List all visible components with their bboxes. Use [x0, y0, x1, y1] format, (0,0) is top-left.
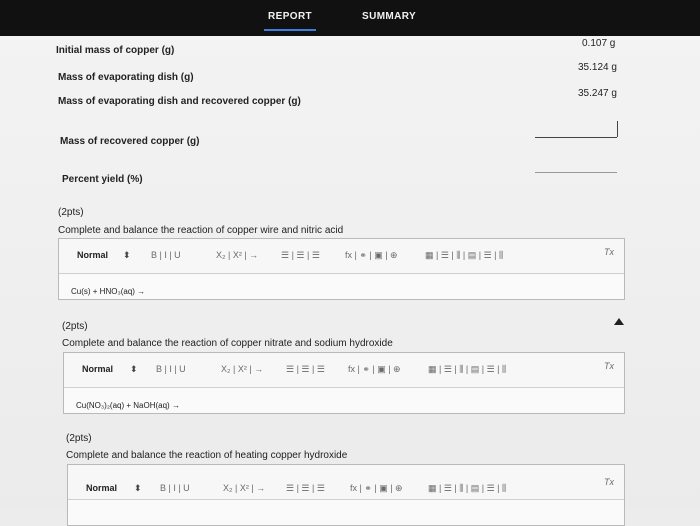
clear-format-icon[interactable]: Tx [604, 361, 614, 371]
insert-buttons[interactable]: fx | ⚭ | ▣ | ⊕ [350, 483, 403, 494]
percent-yield-input[interactable] [535, 172, 617, 173]
table-buttons[interactable]: ▦ | ☰ | ⫼ | ▤ | ☰ | ⫼ [425, 250, 503, 261]
question-3-prompt: Complete and balance the reaction of hea… [66, 450, 348, 461]
list-buttons[interactable]: ☰ | ☰ | ☰ [281, 250, 320, 261]
answer-text[interactable]: Cu(s) + HNO₃(aq) → [71, 287, 145, 296]
tab-summary[interactable]: SUMMARY [362, 11, 416, 22]
question-3-editor[interactable]: Normal ⬍ B | I | U X₂ | X² | → ☰ | ☰ | ☰… [67, 464, 625, 526]
dish-mass-value: 35.124 g [578, 62, 617, 73]
table-buttons[interactable]: ▦ | ☰ | ⫼ | ▤ | ☰ | ⫼ [428, 483, 506, 494]
list-buttons[interactable]: ☰ | ☰ | ☰ [286, 483, 325, 494]
format-select[interactable]: Normal [77, 250, 108, 260]
percent-yield-label: Percent yield (%) [62, 174, 143, 185]
question-1-points: (2pts) [58, 207, 84, 218]
dish-mass-label: Mass of evaporating dish (g) [58, 72, 194, 83]
initial-mass-label: Initial mass of copper (g) [56, 45, 175, 56]
text-style-buttons[interactable]: B | I | U [151, 250, 181, 260]
question-2-prompt: Complete and balance the reaction of cop… [62, 338, 393, 349]
format-select[interactable]: Normal [82, 364, 113, 374]
recovered-copper-input[interactable] [535, 137, 617, 138]
script-buttons[interactable]: X₂ | X² | → [223, 483, 265, 493]
question-2-points: (2pts) [62, 321, 88, 332]
question-2-editor[interactable]: Normal ⬍ B | I | U X₂ | X² | → ☰ | ☰ | ☰… [63, 352, 625, 414]
format-stepper-icon[interactable]: ⬍ [134, 483, 142, 494]
mouse-pointer-icon [614, 318, 624, 325]
format-select[interactable]: Normal [86, 483, 117, 493]
script-buttons[interactable]: X₂ | X² | → [221, 364, 263, 374]
dish-plus-copper-value: 35.247 g [578, 88, 617, 99]
editor-toolbar: Normal ⬍ B | I | U X₂ | X² | → ☰ | ☰ | ☰… [59, 239, 624, 274]
question-1-editor[interactable]: Normal ⬍ B | I | U X₂ | X² | → ☰ | ☰ | ☰… [58, 238, 625, 300]
answer-text[interactable]: Cu(NO₃)₂(aq) + NaOH(aq) → [76, 401, 180, 410]
insert-buttons[interactable]: fx | ⚭ | ▣ | ⊕ [348, 364, 401, 375]
question-1-prompt: Complete and balance the reaction of cop… [58, 225, 344, 236]
insert-buttons[interactable]: fx | ⚭ | ▣ | ⊕ [345, 250, 398, 261]
list-buttons[interactable]: ☰ | ☰ | ☰ [286, 364, 325, 375]
question-3-points: (2pts) [66, 433, 92, 444]
clear-format-icon[interactable]: Tx [604, 247, 614, 257]
tab-report[interactable]: REPORT [263, 11, 317, 31]
text-cursor [617, 121, 618, 137]
top-nav-bar: REPORT SUMMARY [0, 0, 700, 36]
initial-mass-value: 0.107 g [582, 38, 616, 49]
text-style-buttons[interactable]: B | I | U [160, 483, 190, 493]
recovered-copper-label: Mass of recovered copper (g) [60, 136, 200, 147]
editor-toolbar: Normal ⬍ B | I | U X₂ | X² | → ☰ | ☰ | ☰… [68, 465, 624, 500]
clear-format-icon[interactable]: Tx [604, 477, 614, 487]
format-stepper-icon[interactable]: ⬍ [123, 250, 131, 261]
script-buttons[interactable]: X₂ | X² | → [216, 250, 258, 260]
table-buttons[interactable]: ▦ | ☰ | ⫼ | ▤ | ☰ | ⫼ [428, 364, 506, 375]
text-style-buttons[interactable]: B | I | U [156, 364, 186, 374]
editor-toolbar: Normal ⬍ B | I | U X₂ | X² | → ☰ | ☰ | ☰… [64, 353, 624, 388]
format-stepper-icon[interactable]: ⬍ [130, 364, 138, 375]
dish-plus-copper-label: Mass of evaporating dish and recovered c… [58, 96, 301, 107]
